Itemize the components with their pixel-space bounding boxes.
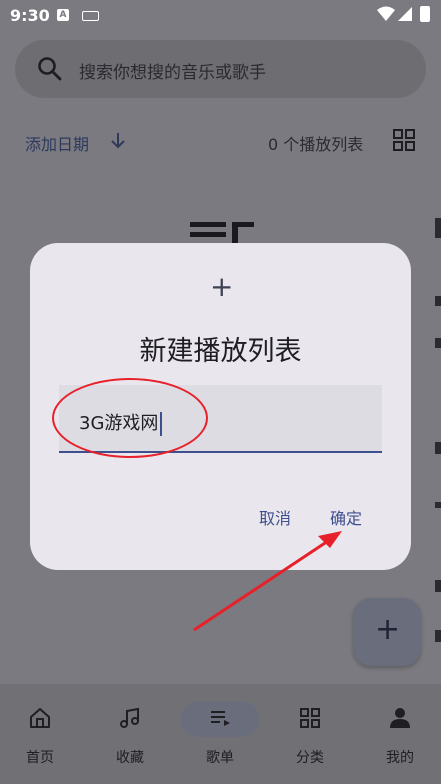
- edge-content: [435, 296, 441, 306]
- confirm-button[interactable]: 确定: [330, 505, 362, 529]
- battery-icon: [420, 6, 430, 22]
- add-icon: +: [210, 270, 234, 303]
- arrow-down-icon[interactable]: [108, 130, 128, 152]
- sort-bar: 添加日期 0 个播放列表: [0, 122, 441, 162]
- category-grid-icon: [300, 708, 320, 728]
- edge-content: [435, 580, 441, 592]
- nav-item-me[interactable]: 我的: [360, 684, 440, 784]
- nav-item-playlists[interactable]: 歌单: [180, 684, 260, 784]
- signal-icon: [398, 7, 412, 21]
- edge-content: [435, 218, 441, 238]
- edge-content: [435, 630, 441, 642]
- nav-label: 首页: [26, 750, 54, 766]
- nav-label: 收藏: [116, 750, 144, 766]
- nav-label: 歌单: [206, 750, 234, 766]
- nav-item-home[interactable]: 首页: [0, 684, 80, 784]
- bottom-navigation: 首页 收藏 歌单 分类 我的: [0, 684, 441, 784]
- sort-by-button[interactable]: 添加日期: [25, 131, 89, 155]
- nav-label: 我的: [386, 750, 414, 766]
- edge-content: [435, 502, 441, 508]
- a-badge-icon: A: [57, 9, 69, 21]
- edge-content: [435, 442, 441, 454]
- edge-content: [435, 338, 441, 348]
- wifi-icon: [377, 6, 395, 21]
- nav-label: 分类: [296, 750, 324, 766]
- playlist-count: 0 个播放列表: [268, 135, 364, 154]
- person-icon: [390, 708, 410, 728]
- annotation-ellipse: [52, 378, 208, 458]
- add-playlist-fab[interactable]: +: [353, 598, 421, 666]
- status-time: 9:30: [10, 6, 50, 25]
- cancel-button[interactable]: 取消: [259, 505, 291, 529]
- grid-view-icon[interactable]: [393, 129, 415, 151]
- nav-item-categories[interactable]: 分类: [270, 684, 350, 784]
- search-placeholder: 搜索你想搜的音乐或歌手: [79, 63, 266, 83]
- status-bar: 9:30 A: [0, 0, 441, 34]
- playlist-icon: [211, 711, 230, 726]
- plus-icon: +: [375, 612, 401, 647]
- dialog-title: 新建播放列表: [139, 336, 302, 367]
- nav-item-favorites[interactable]: 收藏: [90, 684, 170, 784]
- music-note-icon: [120, 707, 139, 728]
- search-icon: [38, 57, 62, 81]
- home-icon: [30, 708, 50, 728]
- search-bar[interactable]: 搜索你想搜的音乐或歌手: [15, 40, 426, 98]
- keyboard-icon: [82, 11, 99, 21]
